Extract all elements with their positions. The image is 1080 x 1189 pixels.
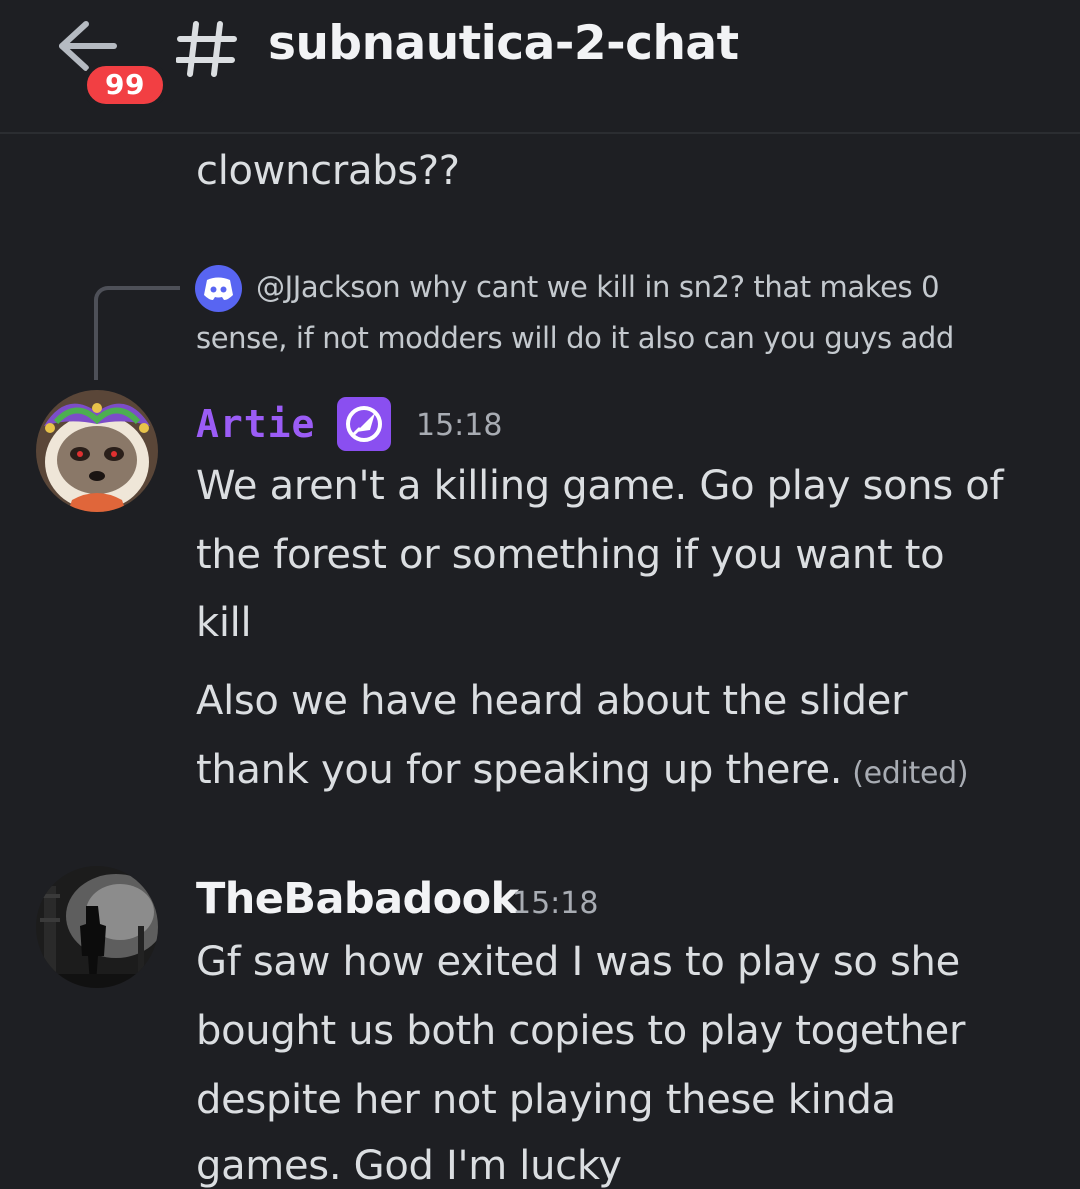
message-timestamp: 15:18	[416, 408, 503, 443]
rocket-badge-icon	[346, 406, 382, 442]
reply-preview-line-2[interactable]: sense, if not modders will do it also ca…	[196, 321, 954, 355]
message-text: thank you for speaking up there.	[196, 747, 843, 793]
message-timestamp: 15:18	[512, 886, 599, 921]
message-text-line: Also we have heard about the slider	[196, 678, 908, 724]
edited-label: (edited)	[852, 756, 969, 791]
message-author[interactable]: TheBabadook	[196, 874, 519, 924]
hashtag-icon	[176, 21, 237, 77]
channel-header: 99 subnautica-2-chat	[0, 0, 1080, 134]
reply-preview-line[interactable]: @JJackson why cant we kill in sn2? that …	[196, 270, 940, 304]
avatar-thebabadook[interactable]	[36, 866, 158, 988]
message-text-line: thank you for speaking up there. (edited)	[196, 747, 969, 793]
message-text-line: Gf saw how exited I was to play so she	[196, 939, 960, 985]
avatar-artie[interactable]	[36, 390, 158, 512]
reply-text: why cant we kill in sn2? that makes 0	[409, 270, 940, 304]
message-text-line: games. God I'm lucky	[196, 1143, 622, 1189]
message-text-line: We aren't a killing game. Go play sons o…	[196, 463, 1004, 509]
role-badge[interactable]	[337, 397, 391, 451]
channel-title[interactable]: subnautica-2-chat	[268, 16, 739, 71]
message-text-line: clowncrabs??	[196, 148, 460, 194]
reply-connector	[94, 286, 180, 380]
message-author[interactable]: Artie	[196, 402, 315, 446]
message-text-line: the forest or something if you want to	[196, 532, 945, 578]
message-text-line: kill	[196, 600, 252, 646]
reply-username[interactable]: @JJackson	[256, 270, 401, 304]
message-text-line: despite her not playing these kinda	[196, 1077, 896, 1123]
message-text-line: bought us both copies to play together	[196, 1008, 966, 1054]
unread-mentions-badge: 99	[82, 61, 168, 109]
